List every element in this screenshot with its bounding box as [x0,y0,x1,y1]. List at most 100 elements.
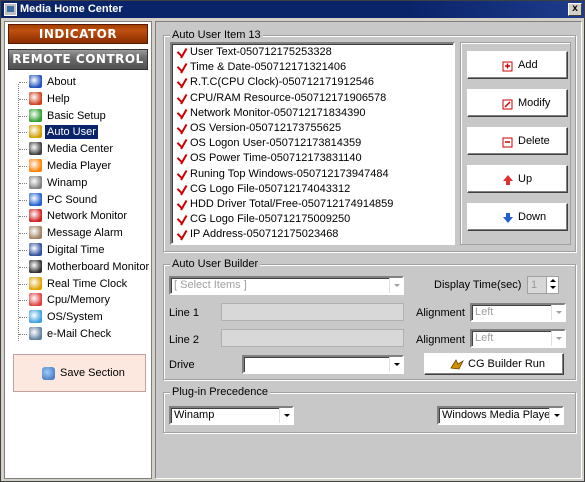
checkmark-icon [175,198,188,211]
drive-dropdown[interactable] [242,355,404,374]
chevron-down-icon[interactable] [279,408,292,423]
close-button[interactable]: x [568,3,582,16]
list-item[interactable]: Network Monitor-050712171834390 [175,106,453,121]
list-item[interactable]: CG Logo File-050712175009250 [175,212,453,227]
list-item[interactable]: Runing Top Windows-050712173947484 [175,167,453,182]
tree-branch-line [19,334,27,335]
tree-item[interactable]: Real Time Clock [19,276,147,292]
plugin-left-dropdown[interactable]: Winamp [169,406,294,425]
up-button-label: Up [518,173,533,185]
tree-item[interactable]: Digital Time [19,242,147,258]
alignment2-value: Left [475,332,494,344]
list-item[interactable]: HDD Driver Total/Free-050712174914859 [175,197,453,212]
tree-item-label: Motherboard Monitor [47,260,150,273]
spinner-buttons[interactable] [546,277,558,293]
arrow-up-icon [503,175,513,185]
tree-item[interactable]: Basic Setup [19,108,147,124]
tree-item-label: Real Time Clock [47,277,128,290]
tree-branch-line [19,98,27,100]
chevron-down-icon[interactable] [389,278,402,293]
plugin-right-dropdown[interactable]: Windows Media Player [437,406,564,425]
tree-branch-line [19,182,27,184]
tree-item-label: Winamp [47,176,88,189]
select-items-dropdown[interactable]: [ Select Items ] [169,276,404,295]
tree-item[interactable]: Cpu/Memory [19,292,147,308]
alignment2-label: Alignment [416,334,465,346]
tree-item[interactable]: Network Monitor [19,208,147,224]
select-items-placeholder: [ Select Items ] [174,279,247,291]
content-panel: Auto User Item 13 User Text-050712175253… [155,21,582,479]
tree-item[interactable]: PC Sound [19,192,147,208]
plugin-precedence-group: Plug-in Precedence Winamp Windows Media … [163,386,576,433]
tree-branch-line [19,132,27,134]
auto-user-builder-legend: Auto User Builder [170,258,261,270]
tree-item[interactable]: About [19,74,147,90]
window-title: Media Home Center [20,3,123,15]
chevron-down-icon[interactable] [389,357,402,372]
spin-down-icon[interactable] [550,286,556,289]
down-button[interactable]: Down [467,203,568,231]
line1-label: Line 1 [169,307,199,319]
list-item[interactable]: OS Logon User-050712173814359 [175,136,453,151]
auto-user-icon [29,125,42,139]
display-time-spinner[interactable]: 1 [527,276,559,294]
modify-button-label: Modify [518,97,551,109]
winamp-icon [29,175,42,189]
list-item[interactable]: CG Logo File-050712174043312 [175,182,453,197]
list-item-label: Time & Date-050712171321406 [190,61,347,74]
line2-input[interactable] [221,329,404,347]
list-item-label: OS Power Time-050712173831140 [190,152,362,165]
checkmark-icon [175,137,188,150]
add-button-label: Add [518,59,538,71]
remote-control-logo-button[interactable]: REMOTE CONTROL [8,49,148,70]
list-item[interactable]: IP Address-050712175023468 [175,227,453,242]
chevron-down-icon[interactable] [551,305,564,320]
up-button[interactable]: Up [467,165,568,193]
modify-button[interactable]: Modify [467,89,568,117]
save-icon [42,367,55,380]
tree-item[interactable]: Media Player [19,158,147,174]
chevron-down-icon[interactable] [551,331,564,346]
cg-builder-run-button[interactable]: CG Builder Run [424,353,564,375]
list-item[interactable]: OS Power Time-050712173831140 [175,151,453,166]
tree-branch-line [19,199,27,201]
left-nav-panel: INDICATOR REMOTE CONTROL About Help Basic … [4,21,152,479]
list-item[interactable]: Time & Date-050712171321406 [175,60,453,75]
arrow-down-icon [503,213,513,223]
list-item[interactable]: OS Version-050712173755625 [175,121,453,136]
tree-item[interactable]: Auto User [19,124,147,140]
spin-up-icon[interactable] [550,279,556,282]
list-item-label: Network Monitor-050712171834390 [190,106,366,119]
alignment1-dropdown[interactable]: Left [470,303,566,322]
title-bar[interactable]: Media Home Center x [1,1,584,18]
delete-button[interactable]: Delete [467,127,568,155]
list-item-label: CPU/RAM Resource-050712171906578 [190,91,387,104]
list-item[interactable]: R.T.C(CPU Clock)-050712171912546 [175,75,453,90]
chevron-down-icon[interactable] [549,408,562,423]
list-item[interactable]: User Text-050712175253328 [175,45,453,60]
auto-user-item-list[interactable]: User Text-050712175253328 Time & Date-050… [170,42,455,245]
os-icon [29,310,42,324]
list-item[interactable]: CPU/RAM Resource-050712171906578 [175,91,453,106]
add-button[interactable]: Add [467,51,568,79]
tree-item[interactable]: Media Center [19,141,147,157]
tree-item[interactable]: OS/System [19,309,147,325]
alarm-icon [29,226,42,240]
tree-item-label: Media Player [47,160,112,172]
tree-item[interactable]: Message Alarm [19,225,147,241]
indicator-logo-button[interactable]: INDICATOR [8,24,148,44]
tree-item-label: Help [47,92,70,105]
list-item-label: Runing Top Windows-050712173947484 [190,167,389,180]
app-icon [4,3,17,16]
plugin-left-value: Winamp [174,409,215,421]
tree-branch-line [19,115,27,117]
tree-item[interactable]: Motherboard Monitor [19,259,149,275]
tree-item[interactable]: Winamp [19,175,147,191]
tree-branch-line [19,266,27,268]
line1-input[interactable] [221,303,404,321]
cg-builder-run-label: CG Builder Run [468,358,546,370]
alignment2-dropdown[interactable]: Left [470,329,566,348]
tree-item[interactable]: Help [19,91,147,107]
down-button-label: Down [518,211,547,223]
tree-item[interactable]: e-Mail Check [19,326,147,342]
